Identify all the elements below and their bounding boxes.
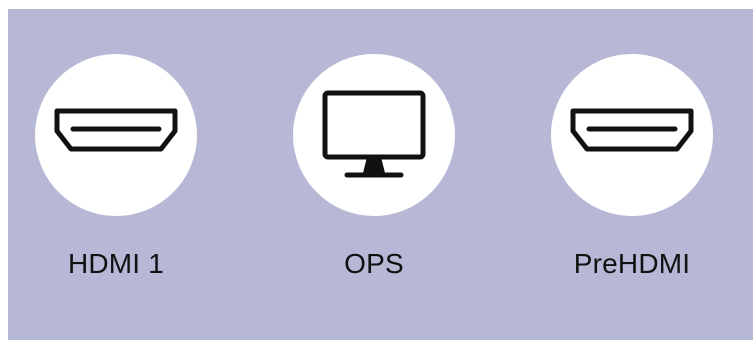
- source-label: OPS: [344, 248, 404, 279]
- source-icon-circle: [551, 54, 713, 216]
- source-icon-circle: [35, 54, 197, 216]
- source-label: PreHDMI: [573, 248, 691, 279]
- source-option-hdmi-1[interactable]: HDMI 1: [26, 54, 206, 294]
- hdmi-icon: [54, 108, 178, 152]
- hdmi-icon: [570, 108, 694, 152]
- source-option-ops[interactable]: OPS: [284, 54, 464, 294]
- source-option-prehdmi[interactable]: PreHDMI: [542, 54, 722, 294]
- source-icon-circle: [293, 54, 455, 216]
- source-label: HDMI 1: [67, 248, 165, 279]
- input-source-panel: HDMI 1 OPS PreHDMI: [8, 9, 753, 340]
- monitor-icon: [322, 90, 426, 178]
